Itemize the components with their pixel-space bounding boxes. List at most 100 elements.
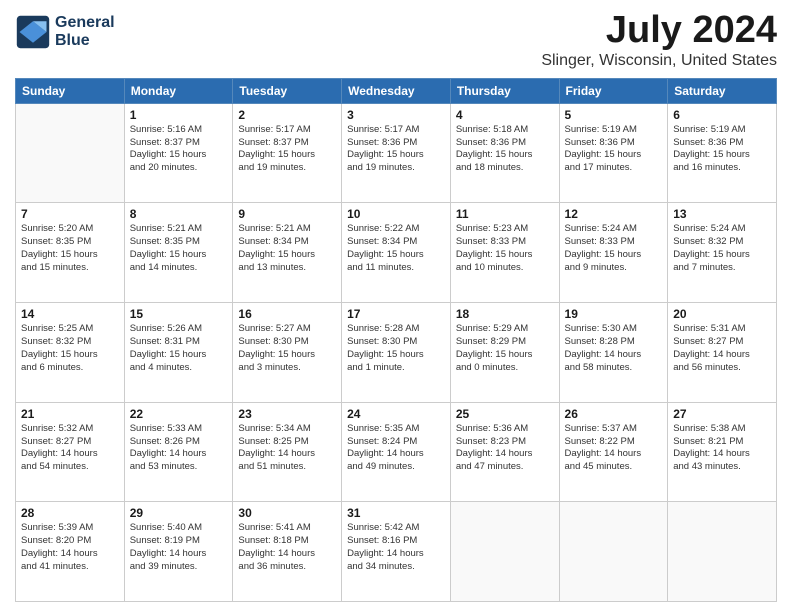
day-number: 3 <box>347 108 445 122</box>
table-row: 30 Sunrise: 5:41 AM Sunset: 8:18 PM Dayli… <box>233 502 342 602</box>
day-info: Sunrise: 5:18 AM Sunset: 8:36 PM Dayligh… <box>456 124 554 175</box>
calendar-week-row: 7 Sunrise: 5:20 AM Sunset: 8:35 PM Daylig… <box>16 203 777 303</box>
col-friday: Friday <box>559 78 668 103</box>
day-number: 1 <box>130 108 228 122</box>
day-info: Sunrise: 5:24 AM Sunset: 8:32 PM Dayligh… <box>673 223 771 274</box>
day-info: Sunrise: 5:36 AM Sunset: 8:23 PM Dayligh… <box>456 423 554 474</box>
table-row: 18Sunrise: 5:29 AM Sunset: 8:29 PM Dayli… <box>450 303 559 403</box>
day-info: Sunrise: 5:20 AM Sunset: 8:35 PM Dayligh… <box>21 223 119 274</box>
table-row: 11 Sunrise: 5:23 AM Sunset: 8:33 PM Dayli… <box>450 203 559 303</box>
header: General Blue July 2024 Slinger, Wisconsi… <box>15 10 777 70</box>
col-tuesday: Tuesday <box>233 78 342 103</box>
day-number: 17 <box>347 307 445 321</box>
main-title: July 2024 <box>541 10 777 52</box>
table-row: 8 Sunrise: 5:21 AM Sunset: 8:35 PM Daylig… <box>124 203 233 303</box>
day-info: Sunrise: 5:22 AM Sunset: 8:34 PM Dayligh… <box>347 223 445 274</box>
day-number: 28 <box>21 506 119 520</box>
table-row: 20 Sunrise: 5:31 AM Sunset: 8:27 PM Dayli… <box>668 303 777 403</box>
day-info: Sunrise: 5:17 AM Sunset: 8:36 PM Dayligh… <box>347 124 445 175</box>
table-row <box>668 502 777 602</box>
table-row: 2 Sunrise: 5:17 AM Sunset: 8:37 PM Daylig… <box>233 103 342 203</box>
day-number: 9 <box>238 207 336 221</box>
table-row: 17 Sunrise: 5:28 AM Sunset: 8:30 PM Dayli… <box>342 303 451 403</box>
day-number: 19 <box>565 307 663 321</box>
day-info: Sunrise: 5:19 AM Sunset: 8:36 PM Dayligh… <box>565 124 663 175</box>
table-row: 19 Sunrise: 5:30 AM Sunset: 8:28 PM Dayli… <box>559 303 668 403</box>
day-info: Sunrise: 5:23 AM Sunset: 8:33 PM Dayligh… <box>456 223 554 274</box>
table-row: 5 Sunrise: 5:19 AM Sunset: 8:36 PM Daylig… <box>559 103 668 203</box>
day-number: 7 <box>21 207 119 221</box>
day-number: 20 <box>673 307 771 321</box>
day-number: 15 <box>130 307 228 321</box>
day-number: 8 <box>130 207 228 221</box>
day-number: 11 <box>456 207 554 221</box>
table-row: 29Sunrise: 5:40 AM Sunset: 8:19 PM Dayli… <box>124 502 233 602</box>
table-row: 27Sunrise: 5:38 AM Sunset: 8:21 PM Dayli… <box>668 402 777 502</box>
logo: General Blue <box>15 14 115 50</box>
day-info: Sunrise: 5:28 AM Sunset: 8:30 PM Dayligh… <box>347 323 445 374</box>
day-number: 27 <box>673 407 771 421</box>
day-info: Sunrise: 5:16 AM Sunset: 8:37 PM Dayligh… <box>130 124 228 175</box>
day-info: Sunrise: 5:19 AM Sunset: 8:36 PM Dayligh… <box>673 124 771 175</box>
day-info: Sunrise: 5:32 AM Sunset: 8:27 PM Dayligh… <box>21 423 119 474</box>
calendar-table: Sunday Monday Tuesday Wednesday Thursday… <box>15 78 777 602</box>
day-info: Sunrise: 5:25 AM Sunset: 8:32 PM Dayligh… <box>21 323 119 374</box>
day-number: 26 <box>565 407 663 421</box>
table-row: 16 Sunrise: 5:27 AM Sunset: 8:30 PM Dayli… <box>233 303 342 403</box>
table-row: 28 Sunrise: 5:39 AM Sunset: 8:20 PM Dayli… <box>16 502 125 602</box>
day-number: 31 <box>347 506 445 520</box>
table-row: 1 Sunrise: 5:16 AM Sunset: 8:37 PM Daylig… <box>124 103 233 203</box>
table-row <box>16 103 125 203</box>
day-number: 16 <box>238 307 336 321</box>
day-info: Sunrise: 5:39 AM Sunset: 8:20 PM Dayligh… <box>21 522 119 573</box>
table-row: 4 Sunrise: 5:18 AM Sunset: 8:36 PM Daylig… <box>450 103 559 203</box>
day-info: Sunrise: 5:34 AM Sunset: 8:25 PM Dayligh… <box>238 423 336 474</box>
day-number: 24 <box>347 407 445 421</box>
table-row: 22 Sunrise: 5:33 AM Sunset: 8:26 PM Dayli… <box>124 402 233 502</box>
table-row: 13 Sunrise: 5:24 AM Sunset: 8:32 PM Dayli… <box>668 203 777 303</box>
table-row: 9Sunrise: 5:21 AM Sunset: 8:34 PM Daylig… <box>233 203 342 303</box>
day-info: Sunrise: 5:24 AM Sunset: 8:33 PM Dayligh… <box>565 223 663 274</box>
calendar-header-row: Sunday Monday Tuesday Wednesday Thursday… <box>16 78 777 103</box>
table-row: 15Sunrise: 5:26 AM Sunset: 8:31 PM Dayli… <box>124 303 233 403</box>
day-number: 22 <box>130 407 228 421</box>
day-number: 4 <box>456 108 554 122</box>
subtitle: Slinger, Wisconsin, United States <box>541 52 777 70</box>
table-row: 23Sunrise: 5:34 AM Sunset: 8:25 PM Dayli… <box>233 402 342 502</box>
table-row: 26 Sunrise: 5:37 AM Sunset: 8:22 PM Dayli… <box>559 402 668 502</box>
day-info: Sunrise: 5:33 AM Sunset: 8:26 PM Dayligh… <box>130 423 228 474</box>
table-row: 3 Sunrise: 5:17 AM Sunset: 8:36 PM Daylig… <box>342 103 451 203</box>
col-sunday: Sunday <box>16 78 125 103</box>
day-info: Sunrise: 5:35 AM Sunset: 8:24 PM Dayligh… <box>347 423 445 474</box>
table-row: 12 Sunrise: 5:24 AM Sunset: 8:33 PM Dayli… <box>559 203 668 303</box>
day-number: 5 <box>565 108 663 122</box>
day-number: 13 <box>673 207 771 221</box>
col-monday: Monday <box>124 78 233 103</box>
table-row: 7 Sunrise: 5:20 AM Sunset: 8:35 PM Daylig… <box>16 203 125 303</box>
day-info: Sunrise: 5:30 AM Sunset: 8:28 PM Dayligh… <box>565 323 663 374</box>
day-number: 2 <box>238 108 336 122</box>
table-row: 14Sunrise: 5:25 AM Sunset: 8:32 PM Dayli… <box>16 303 125 403</box>
page: General Blue July 2024 Slinger, Wisconsi… <box>0 0 792 612</box>
table-row: 10Sunrise: 5:22 AM Sunset: 8:34 PM Dayli… <box>342 203 451 303</box>
day-info: Sunrise: 5:41 AM Sunset: 8:18 PM Dayligh… <box>238 522 336 573</box>
col-thursday: Thursday <box>450 78 559 103</box>
logo-icon <box>15 14 51 50</box>
day-info: Sunrise: 5:17 AM Sunset: 8:37 PM Dayligh… <box>238 124 336 175</box>
calendar-week-row: 1 Sunrise: 5:16 AM Sunset: 8:37 PM Daylig… <box>16 103 777 203</box>
day-number: 25 <box>456 407 554 421</box>
calendar-week-row: 14Sunrise: 5:25 AM Sunset: 8:32 PM Dayli… <box>16 303 777 403</box>
table-row: 24 Sunrise: 5:35 AM Sunset: 8:24 PM Dayli… <box>342 402 451 502</box>
calendar-week-row: 21Sunrise: 5:32 AM Sunset: 8:27 PM Dayli… <box>16 402 777 502</box>
day-info: Sunrise: 5:27 AM Sunset: 8:30 PM Dayligh… <box>238 323 336 374</box>
day-number: 18 <box>456 307 554 321</box>
logo-text: General Blue <box>55 14 115 49</box>
day-number: 30 <box>238 506 336 520</box>
day-info: Sunrise: 5:40 AM Sunset: 8:19 PM Dayligh… <box>130 522 228 573</box>
day-info: Sunrise: 5:37 AM Sunset: 8:22 PM Dayligh… <box>565 423 663 474</box>
col-saturday: Saturday <box>668 78 777 103</box>
day-info: Sunrise: 5:31 AM Sunset: 8:27 PM Dayligh… <box>673 323 771 374</box>
day-number: 6 <box>673 108 771 122</box>
day-info: Sunrise: 5:21 AM Sunset: 8:35 PM Dayligh… <box>130 223 228 274</box>
day-number: 12 <box>565 207 663 221</box>
